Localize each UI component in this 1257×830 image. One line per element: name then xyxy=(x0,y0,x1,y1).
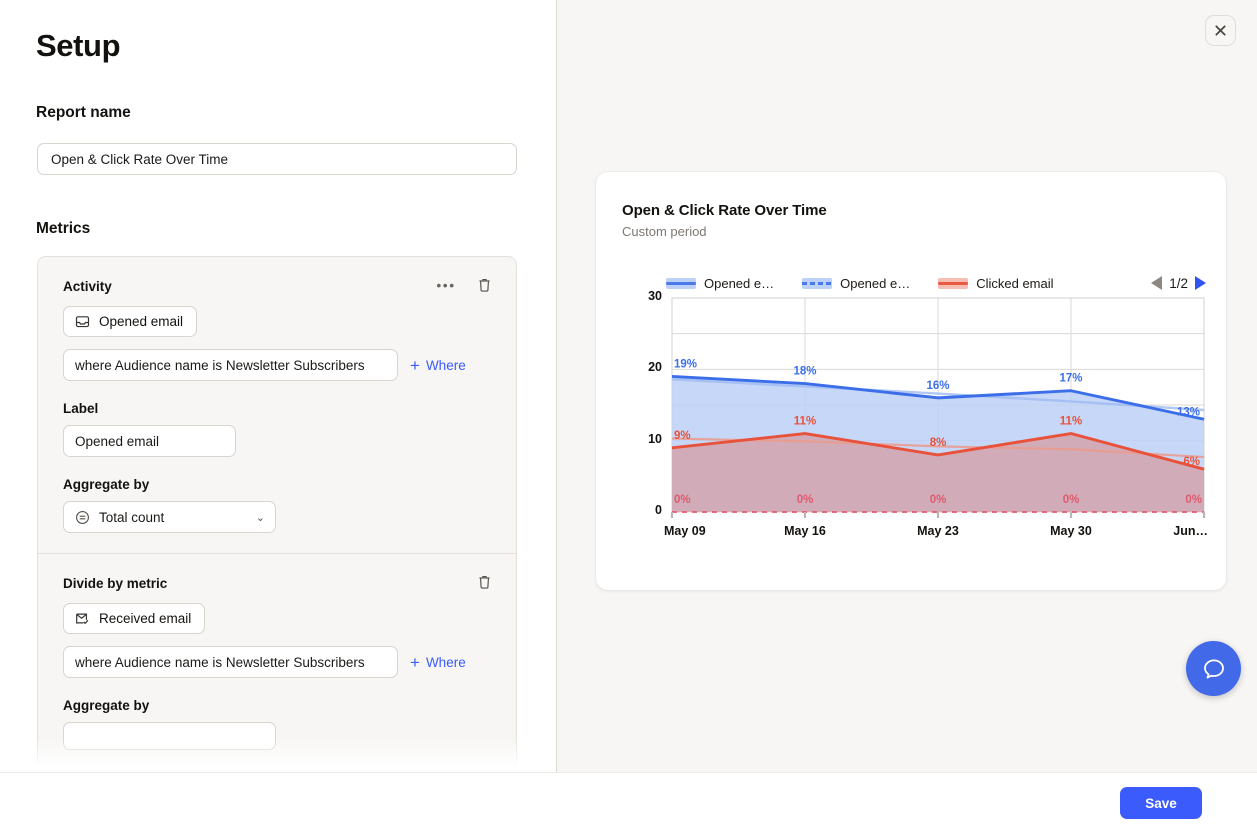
divide-heading: Divide by metric xyxy=(63,576,491,591)
activity-actions: ••• xyxy=(436,275,494,295)
chat-bubble-icon[interactable] xyxy=(1186,641,1241,696)
chevron-down-icon: ⌄ xyxy=(256,511,265,524)
svg-text:19%: 19% xyxy=(674,358,697,370)
activity-heading: Activity xyxy=(63,279,491,294)
activity-add-where-label: Where xyxy=(426,358,466,373)
divide-add-where-button[interactable]: + Where xyxy=(410,654,466,671)
svg-text:13%: 13% xyxy=(1177,406,1200,418)
activity-label-heading: Label xyxy=(63,401,491,416)
metric-block-activity: Activity ••• xyxy=(38,257,516,553)
metric-block-divide: Divide by metric Receiv xyxy=(38,553,516,770)
trash-icon[interactable] xyxy=(474,275,494,295)
ellipsis-icon[interactable]: ••• xyxy=(436,275,456,295)
plus-icon: + xyxy=(410,357,420,374)
metrics-label: Metrics xyxy=(36,220,90,238)
divide-aggregate-select[interactable] xyxy=(63,722,276,750)
divide-where-input[interactable]: where Audience name is Newsletter Subscr… xyxy=(63,646,398,678)
legend-item-1[interactable]: Opened e… xyxy=(802,276,910,291)
divide-aggregate-heading: Aggregate by xyxy=(63,698,491,713)
footer-bar: Save xyxy=(0,772,1257,830)
legend-swatch-opened-dotted xyxy=(802,278,832,289)
report-name-label: Report name xyxy=(36,104,131,122)
y-axis-tick: 10 xyxy=(628,432,662,446)
chart-subtitle: Custom period xyxy=(622,224,707,239)
chart-svg: 19% 18% 16% 17% 13% 9% 11% 8% 11% 6% 0% 0% 0% 0% 0% xyxy=(596,290,1226,550)
x-axis-tick: May 16 xyxy=(775,524,835,538)
svg-text:0%: 0% xyxy=(1063,494,1080,506)
legend-swatch-clicked xyxy=(938,278,968,289)
svg-text:9%: 9% xyxy=(674,430,691,442)
y-axis-tick: 0 xyxy=(628,503,662,517)
activity-where-row: where Audience name is Newsletter Subscr… xyxy=(63,349,491,381)
svg-text:11%: 11% xyxy=(794,416,816,428)
legend-item-2[interactable]: Clicked email xyxy=(938,276,1053,291)
activity-metric-chip[interactable]: Opened email xyxy=(63,306,197,337)
x-axis-tick: May 09 xyxy=(664,524,706,538)
aggregate-icon xyxy=(75,510,90,525)
activity-aggregate-heading: Aggregate by xyxy=(63,477,491,492)
activity-add-where-button[interactable]: + Where xyxy=(410,357,466,374)
legend-label-2: Clicked email xyxy=(976,276,1053,291)
chart-plot-area: 19%18%16%17%13%9%11%8%11%6%0%0%0%0%0% 01… xyxy=(596,290,1226,550)
activity-metric-label: Opened email xyxy=(99,314,183,329)
x-axis-tick: May 23 xyxy=(908,524,968,538)
metrics-card: Activity ••• xyxy=(37,256,517,772)
page-title: Setup xyxy=(36,28,120,64)
triangle-right-icon[interactable] xyxy=(1195,276,1206,290)
svg-text:16%: 16% xyxy=(926,380,949,392)
activity-where-input[interactable]: where Audience name is Newsletter Subscr… xyxy=(63,349,398,381)
chart-title: Open & Click Rate Over Time xyxy=(622,202,827,219)
legend-pager: 1/2 xyxy=(1151,276,1206,291)
preview-panel: Open & Click Rate Over Time Custom perio… xyxy=(557,0,1257,772)
legend-pager-text: 1/2 xyxy=(1169,276,1188,291)
report-builder-screen: Setup Report name Metrics Activity ••• xyxy=(0,0,1257,830)
divide-add-where-label: Where xyxy=(426,655,466,670)
svg-text:0%: 0% xyxy=(1185,494,1202,506)
setup-panel: Setup Report name Metrics Activity ••• xyxy=(0,0,557,772)
x-axis-tick: Jun… xyxy=(1173,524,1208,538)
svg-text:17%: 17% xyxy=(1059,373,1082,385)
activity-aggregate-select[interactable]: Total count ⌄ xyxy=(63,501,276,533)
legend-swatch-opened-solid xyxy=(666,278,696,289)
activity-where-value: where Audience name is Newsletter Subscr… xyxy=(75,358,365,373)
divide-where-row: where Audience name is Newsletter Subscr… xyxy=(63,646,491,678)
svg-text:18%: 18% xyxy=(793,366,816,378)
svg-text:0%: 0% xyxy=(797,494,814,506)
chart-card: Open & Click Rate Over Time Custom perio… xyxy=(596,172,1226,590)
x-axis-tick: May 30 xyxy=(1041,524,1101,538)
trash-icon[interactable] xyxy=(474,572,494,592)
svg-text:0%: 0% xyxy=(930,494,947,506)
svg-text:6%: 6% xyxy=(1183,456,1200,468)
legend-label-0: Opened e… xyxy=(704,276,774,291)
activity-aggregate-value: Total count xyxy=(99,510,164,525)
triangle-left-icon[interactable] xyxy=(1151,276,1162,290)
y-axis-tick: 20 xyxy=(628,360,662,374)
activity-label-input[interactable]: Opened email xyxy=(63,425,236,457)
svg-text:11%: 11% xyxy=(1060,416,1082,428)
report-name-input[interactable] xyxy=(37,143,517,175)
legend-label-1: Opened e… xyxy=(840,276,910,291)
legend-item-0[interactable]: Opened e… xyxy=(666,276,774,291)
divide-metric-label: Received email xyxy=(99,611,191,626)
save-button[interactable]: Save xyxy=(1120,787,1202,819)
divide-where-value: where Audience name is Newsletter Subscr… xyxy=(75,655,365,670)
close-icon[interactable] xyxy=(1205,15,1236,46)
activity-label-value: Opened email xyxy=(75,434,159,449)
divide-actions xyxy=(474,572,494,592)
plus-icon: + xyxy=(410,654,420,671)
divide-metric-chip[interactable]: Received email xyxy=(63,603,205,634)
svg-text:0%: 0% xyxy=(674,494,691,506)
y-axis-tick: 30 xyxy=(628,289,662,303)
svg-text:8%: 8% xyxy=(930,437,947,449)
